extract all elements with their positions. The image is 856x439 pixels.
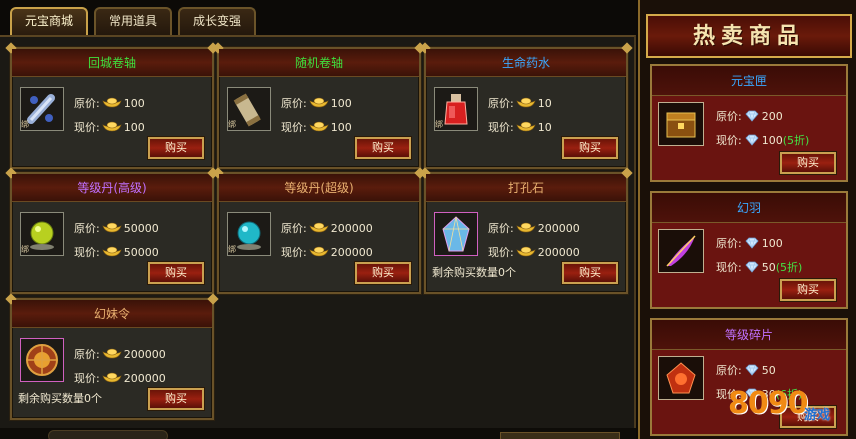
current-price-value: 200000 (330, 246, 373, 259)
bound-label: 绑 (228, 120, 236, 129)
hot-item-name: 幻羽 (652, 193, 846, 223)
original-price: 原价: 100 (281, 97, 352, 110)
original-price: 原价: 50000 (74, 222, 159, 235)
buy-button[interactable]: 购买 (147, 136, 205, 160)
life-potion-icon[interactable]: 绑 (434, 87, 478, 131)
original-price: 原价: 200000 (281, 222, 373, 235)
seal-token-icon[interactable] (20, 338, 64, 382)
original-price: 原价: 100 (716, 237, 783, 250)
bound-label: 绑 (21, 120, 29, 129)
watermark-brand: 8090 (728, 386, 808, 421)
original-price-value: 200000 (537, 222, 580, 235)
current-price: 现价: 100 (74, 121, 145, 134)
tab-yuanbao-mall[interactable]: 元宝商城 (10, 7, 88, 35)
buy-button[interactable]: 购买 (354, 261, 412, 285)
original-price: 原价: 100 (74, 97, 145, 110)
original-price-value: 200000 (330, 222, 373, 235)
original-price: 原价: 50 (716, 364, 776, 377)
original-price-value: 200 (761, 110, 783, 123)
item-name: 等级丹(超级) (219, 174, 419, 202)
cyan-orb-icon[interactable]: 绑 (227, 212, 271, 256)
current-price: 现价: 10 (488, 121, 552, 134)
current-price: 现价: 100(5折) (716, 134, 810, 147)
treasure-chest-icon[interactable] (658, 102, 704, 146)
green-orb-icon[interactable]: 绑 (20, 212, 64, 256)
site-watermark: 8090 游戏 (728, 384, 856, 439)
item-name: 等级丹(高级) (12, 174, 212, 202)
hot-item-name: 元宝匣 (652, 66, 846, 96)
hot-item-name: 等级碎片 (652, 320, 846, 350)
current-price-value: 200000 (537, 246, 580, 259)
item-card: 回城卷轴 绑 原价: 100 现价: 100 购买 (10, 47, 214, 169)
original-price-value: 100 (330, 97, 352, 110)
current-price: 现价: 50000 (74, 246, 159, 259)
bottom-bar (0, 428, 636, 439)
original-price: 原价: 200 (716, 110, 783, 123)
discount-label: (5折) (775, 261, 803, 274)
remaining-quantity: 剩余购买数量0个 (18, 392, 102, 405)
shop-main-panel: 回城卷轴 绑 原价: 100 现价: 100 购买 随机卷轴 绑 原价: 100 现价… (0, 35, 636, 439)
currency-bar (48, 430, 168, 439)
current-price-value: 50000 (123, 246, 159, 259)
buy-button[interactable]: 购买 (354, 136, 412, 160)
buy-button[interactable]: 购买 (779, 278, 837, 302)
hot-item-card: 幻羽 原价: 100 现价: 50(5折) 购买 (650, 191, 848, 309)
buy-button[interactable]: 购买 (779, 151, 837, 175)
tab-grow-stronger[interactable]: 成长变强 (178, 7, 256, 35)
current-price: 现价: 200000 (74, 372, 166, 385)
current-price-value: 10 (537, 121, 552, 134)
bound-label: 绑 (21, 245, 29, 254)
original-price-value: 50000 (123, 222, 159, 235)
remaining-quantity: 剩余购买数量0个 (432, 266, 516, 279)
buy-button[interactable]: 购买 (147, 387, 205, 411)
original-price: 原价: 200000 (74, 348, 166, 361)
current-price-value: 200000 (123, 372, 166, 385)
current-price: 现价: 50(5折) (716, 261, 803, 274)
item-name: 生命药水 (426, 49, 626, 77)
original-price-value: 10 (537, 97, 552, 110)
hot-items-title: 热卖商品 (646, 14, 852, 58)
watermark-sub: 游戏 (804, 408, 831, 423)
current-price-value: 100 (761, 134, 783, 147)
random-scroll-icon[interactable]: 绑 (227, 87, 271, 131)
item-name: 随机卷轴 (219, 49, 419, 77)
original-price-value: 200000 (123, 348, 166, 361)
item-name: 回城卷轴 (12, 49, 212, 77)
current-price-value: 100 (330, 121, 352, 134)
item-card: 等级丹(超级) 绑 原价: 200000 现价: 200000 购买 (217, 172, 421, 294)
current-price: 现价: 200000 (281, 246, 373, 259)
feather-icon[interactable] (658, 229, 704, 273)
buy-button[interactable]: 购买 (561, 261, 619, 285)
tab-bar: 元宝商城 常用道具 成长变强 (0, 0, 636, 37)
return-scroll-icon[interactable]: 绑 (20, 87, 64, 131)
buy-button[interactable]: 购买 (147, 261, 205, 285)
item-name: 幻妹令 (12, 300, 212, 328)
original-price-value: 100 (761, 237, 783, 250)
item-card: 生命药水 绑 原价: 10 现价: 10 购买 (424, 47, 628, 169)
current-price-value: 50 (761, 261, 776, 274)
current-price: 现价: 200000 (488, 246, 580, 259)
original-price-value: 100 (123, 97, 145, 110)
item-name: 打孔石 (426, 174, 626, 202)
original-price: 原价: 200000 (488, 222, 580, 235)
bottom-scroll-track[interactable] (500, 432, 620, 439)
item-card: 打孔石 原价: 200000 现价: 200000 剩余购买数量0个 购买 (424, 172, 628, 294)
item-card: 幻妹令 原价: 200000 现价: 200000 剩余购买数量0个 购买 (10, 298, 214, 420)
item-card: 等级丹(高级) 绑 原价: 50000 现价: 50000 购买 (10, 172, 214, 294)
gem-stone-icon[interactable] (434, 212, 478, 256)
original-price-value: 50 (761, 364, 776, 377)
bound-label: 绑 (228, 245, 236, 254)
hot-item-card: 元宝匣 原价: 200 现价: 100(5折) 购买 (650, 64, 848, 182)
current-price-value: 100 (123, 121, 145, 134)
buy-button[interactable]: 购买 (561, 136, 619, 160)
hot-items-panel: 热卖商品 元宝匣 原价: 200 现价: 100(5折) 购买 幻羽 原价: 100 … (638, 0, 856, 439)
shard-icon[interactable] (658, 356, 704, 400)
discount-label: (5折) (782, 134, 810, 147)
current-price: 现价: 100 (281, 121, 352, 134)
tab-common-items[interactable]: 常用道具 (94, 7, 172, 35)
original-price: 原价: 10 (488, 97, 552, 110)
item-card: 随机卷轴 绑 原价: 100 现价: 100 购买 (217, 47, 421, 169)
bound-label: 绑 (435, 120, 443, 129)
